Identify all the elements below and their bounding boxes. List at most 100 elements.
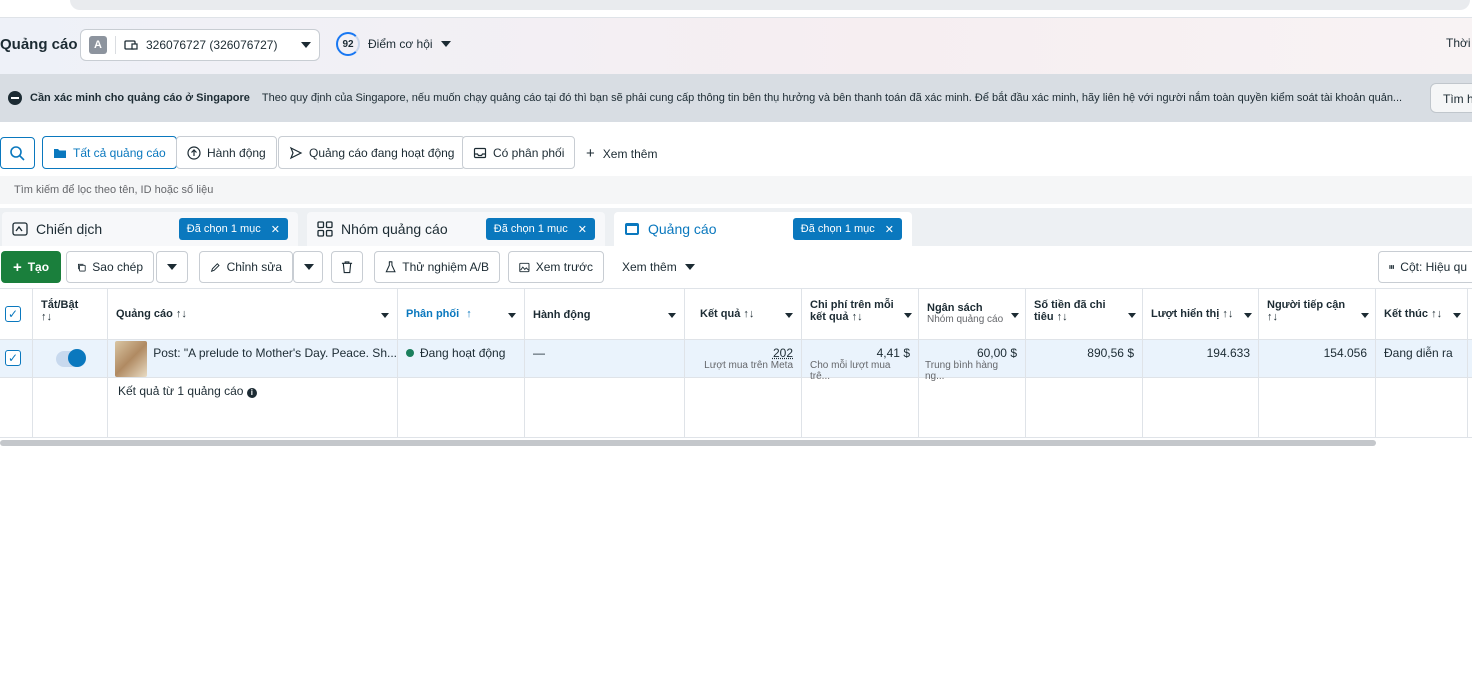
address-bar[interactable] <box>70 0 1470 10</box>
results-value[interactable]: 202 <box>693 346 793 360</box>
col-impressions[interactable]: Lượt hiển thị ↑↓ <box>1143 289 1259 339</box>
col-results[interactable]: Kết quả ↑↓ <box>685 289 802 339</box>
selected-chip[interactable]: Đã chọn 1 mục ✕ <box>793 218 902 240</box>
horizontal-scrollbar[interactable] <box>0 440 1376 446</box>
preview-button[interactable]: Xem trước <box>508 251 604 283</box>
tab-adsets[interactable]: Nhóm quảng cáo Đã chọn 1 mục ✕ <box>307 212 605 246</box>
chevron-down-icon[interactable] <box>785 313 793 318</box>
chevron-down-icon[interactable] <box>1244 313 1252 318</box>
close-icon[interactable]: ✕ <box>885 223 894 236</box>
close-icon[interactable]: ✕ <box>578 223 587 236</box>
ad-toggle[interactable] <box>56 351 86 367</box>
filter-actions[interactable]: Hành động <box>176 136 277 169</box>
chevron-down-icon[interactable] <box>508 313 516 318</box>
tab-ads[interactable]: Quảng cáo Đã chọn 1 mục ✕ <box>614 212 912 246</box>
filter-has-delivery[interactable]: Có phân phối <box>462 136 575 169</box>
budget-value[interactable]: 60,00 $ <box>927 346 1017 360</box>
selected-chip[interactable]: Đã chọn 1 mục ✕ <box>486 218 595 240</box>
date-range-label[interactable]: Thời <box>1446 36 1471 50</box>
tab-campaigns[interactable]: Chiến dịch Đã chọn 1 mục ✕ <box>2 212 298 246</box>
col-actions[interactable]: Hành động <box>525 289 685 339</box>
chevron-down-icon[interactable] <box>1361 313 1369 318</box>
account-avatar: A <box>89 36 107 54</box>
chevron-down-icon[interactable] <box>1453 313 1461 318</box>
selected-chip-label: Đã chọn 1 mục <box>801 223 875 235</box>
sort-icon[interactable]: ↑↓ <box>852 311 863 323</box>
sort-icon[interactable]: ↑↓ <box>1057 311 1068 323</box>
chevron-down-icon[interactable] <box>381 313 389 318</box>
chevron-down-icon[interactable] <box>1128 313 1136 318</box>
inbox-icon <box>473 146 487 160</box>
sort-icon[interactable]: ↑↓ <box>1222 308 1233 320</box>
col-amount-spent[interactable]: Số tiền đã chi tiêu ↑↓ <box>1026 289 1143 339</box>
select-all-checkbox[interactable]: ✓ <box>5 306 21 322</box>
summary-label-cell: Kết quả từ 1 quảng cáo i <box>108 378 398 437</box>
sort-icon[interactable]: ↑↓ <box>176 308 187 320</box>
opportunity-score[interactable]: 92 Điểm cơ hội <box>336 32 451 56</box>
columns-button[interactable]: Cột: Hiệu qu <box>1378 251 1472 283</box>
chevron-down-icon <box>301 42 311 48</box>
table-row[interactable]: ✓ Post: "A prelude to Mother's Day. Peac… <box>0 340 1472 378</box>
ad-name[interactable]: Post: "A prelude to Mother's Day. Peace.… <box>153 341 397 377</box>
col-actions-label: Hành động <box>533 309 590 321</box>
chevron-down-icon[interactable] <box>1011 313 1019 318</box>
campaign-icon <box>12 222 28 236</box>
impressions-value: 194.633 <box>1207 346 1250 360</box>
chevron-down-icon <box>304 264 314 270</box>
filter-active-ads[interactable]: Quảng cáo đang hoạt động <box>278 136 465 169</box>
delete-button[interactable] <box>331 251 363 283</box>
col-delivery[interactable]: Phân phối ↑ <box>398 289 525 339</box>
chevron-down-icon[interactable] <box>668 313 676 318</box>
score-ring: 92 <box>336 32 360 56</box>
col-cost-label-2: kết quả <box>810 311 849 323</box>
col-toggle[interactable]: Tắt/Bật ↑↓ <box>33 289 108 339</box>
filter-all-ads-label: Tất cả quảng cáo <box>73 146 166 160</box>
reach-value: 154.056 <box>1324 346 1367 360</box>
view-more-button[interactable]: Xem thêm <box>622 260 695 274</box>
folder-icon <box>53 147 67 159</box>
filter-all-ads[interactable]: Tất cả quảng cáo <box>42 136 177 169</box>
notice-learn-button[interactable]: Tìm hi <box>1430 83 1472 113</box>
ad-icon <box>624 222 640 236</box>
filter-see-more[interactable]: + Xem thêm <box>586 145 657 162</box>
col-ad[interactable]: Quảng cáo ↑↓ <box>108 289 398 339</box>
col-end[interactable]: Kết thúc ↑↓ <box>1376 289 1468 339</box>
selected-chip[interactable]: Đã chọn 1 mục ✕ <box>179 218 288 240</box>
summary-cell <box>1143 378 1259 437</box>
duplicate-label: Sao chép <box>92 260 143 274</box>
ab-test-button[interactable]: Thử nghiệm A/B <box>374 251 500 283</box>
info-icon[interactable]: i <box>247 388 257 398</box>
col-reach[interactable]: Người tiếp cận ↑↓ <box>1259 289 1376 339</box>
sort-icon[interactable]: ↑↓ <box>743 308 754 320</box>
header-select: ✓ <box>0 289 33 339</box>
search-button[interactable] <box>0 137 35 169</box>
duplicate-button[interactable]: Sao chép <box>66 251 154 283</box>
flask-icon <box>385 260 396 274</box>
sort-icon[interactable]: ↑↓ <box>1431 308 1442 320</box>
sort-icon[interactable]: ↑↓ <box>1267 311 1367 323</box>
ad-thumbnail[interactable] <box>115 341 147 377</box>
summary-cell <box>1026 378 1143 437</box>
end-value: Đang diễn ra <box>1384 346 1453 360</box>
edit-dropdown[interactable] <box>293 251 323 283</box>
col-spent-label-2: tiêu <box>1034 311 1054 323</box>
edit-label: Chỉnh sửa <box>227 260 282 274</box>
edit-button[interactable]: Chỉnh sửa <box>199 251 293 283</box>
create-button[interactable]: + Tạo <box>1 251 61 283</box>
col-budget[interactable]: Ngân sách Nhóm quảng cáo <box>919 289 1026 339</box>
row-checkbox[interactable]: ✓ <box>5 350 21 366</box>
col-cost-per-result[interactable]: Chi phí trên mỗi kết quả ↑↓ <box>802 289 919 339</box>
sort-icon[interactable]: ↑↓ <box>41 311 99 323</box>
summary-cell <box>525 378 685 437</box>
search-input[interactable]: Tìm kiếm để lọc theo tên, ID hoặc số liệ… <box>0 176 1472 204</box>
summary-cell <box>685 378 802 437</box>
account-selector[interactable]: A 326076727 (326076727) <box>80 29 320 61</box>
filter-see-more-label: Xem thêm <box>603 147 658 161</box>
summary-label: Kết quả từ 1 quảng cáo <box>118 384 243 398</box>
chevron-down-icon[interactable] <box>904 313 912 318</box>
close-icon[interactable]: ✕ <box>271 223 280 236</box>
duplicate-dropdown[interactable] <box>156 251 188 283</box>
columns-label: Cột: Hiệu qu <box>1400 260 1467 274</box>
search-icon <box>9 145 25 161</box>
sort-asc-icon[interactable]: ↑ <box>466 308 472 320</box>
